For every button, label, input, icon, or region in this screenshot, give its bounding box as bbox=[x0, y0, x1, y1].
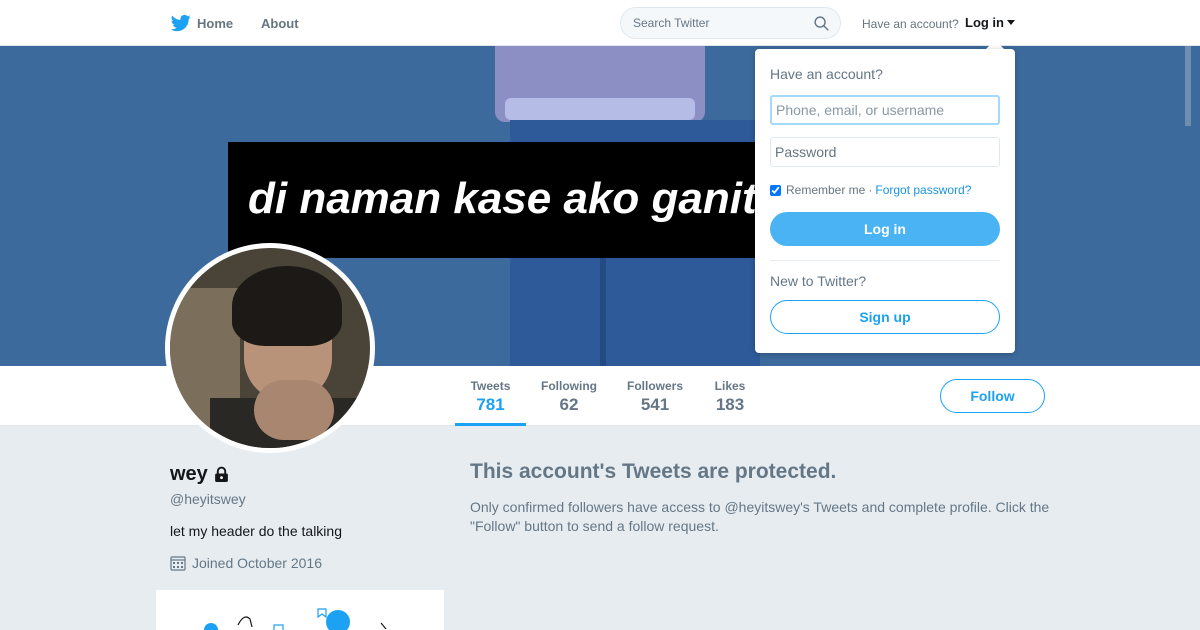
promo-illustration-icons bbox=[237, 608, 387, 630]
remember-me-label[interactable]: Remember me bbox=[786, 183, 865, 197]
search-icon[interactable] bbox=[813, 15, 830, 32]
caret-down-icon bbox=[1007, 20, 1015, 25]
follow-button[interactable]: Follow bbox=[940, 379, 1045, 413]
profile-bio: let my header do the talking bbox=[170, 523, 342, 539]
banner-art-sweater-band bbox=[505, 98, 695, 120]
banner-caption-text: di naman kase ako ganit bbox=[248, 174, 757, 223]
profile-joined-text: Joined October 2016 bbox=[192, 555, 322, 571]
dropdown-divider bbox=[770, 260, 1000, 261]
stat-tweets-label: Tweets bbox=[470, 379, 511, 393]
search-box bbox=[620, 7, 841, 39]
nav-home-link[interactable]: Home bbox=[170, 13, 233, 33]
protected-notice-text: Only confirmed followers have access to … bbox=[470, 499, 1050, 534]
nav-about-link[interactable]: About bbox=[261, 16, 299, 31]
password-field[interactable] bbox=[770, 137, 1000, 167]
stat-followers[interactable]: Followers 541 bbox=[622, 366, 688, 426]
lock-icon bbox=[214, 466, 228, 482]
avatar-photo bbox=[170, 248, 370, 448]
avatar-photo-hair bbox=[232, 266, 342, 346]
stat-following-label: Following bbox=[541, 379, 597, 393]
remember-me-checkbox[interactable] bbox=[770, 184, 781, 196]
signup-button[interactable]: Sign up bbox=[770, 300, 1000, 334]
new-to-twitter-text: New to Twitter? bbox=[770, 273, 867, 289]
stat-followers-value: 541 bbox=[640, 395, 670, 414]
stat-followers-label: Followers bbox=[626, 379, 683, 393]
login-dropdown-toggle[interactable]: Log in bbox=[965, 15, 1015, 30]
stat-likes[interactable]: Likes 183 bbox=[706, 366, 754, 426]
login-button[interactable]: Log in bbox=[770, 212, 1000, 246]
dropdown-heading: Have an account? bbox=[770, 66, 883, 82]
twitter-bird-icon bbox=[170, 14, 191, 32]
protected-notice-title: This account's Tweets are protected. bbox=[470, 460, 837, 483]
login-dropdown: Have an account? Remember me · Forgot pa… bbox=[755, 49, 1015, 353]
calendar-icon bbox=[170, 556, 186, 571]
stat-likes-value: 183 bbox=[715, 395, 745, 414]
forgot-password-link[interactable]: Forgot password? bbox=[875, 183, 971, 197]
search-input[interactable] bbox=[633, 15, 803, 31]
profile-joined: Joined October 2016 bbox=[170, 555, 322, 571]
top-navigation-bar: Home About Have an account? Log in bbox=[0, 0, 1200, 46]
promo-illustration-dot bbox=[204, 623, 218, 630]
stat-likes-label: Likes bbox=[714, 379, 746, 393]
login-link-label: Log in bbox=[965, 15, 1004, 30]
profile-avatar[interactable] bbox=[165, 243, 375, 453]
avatar-photo-hand bbox=[254, 380, 334, 440]
stat-tweets-value: 781 bbox=[476, 395, 505, 414]
remember-separator: · bbox=[868, 183, 873, 197]
nav-home-label: Home bbox=[197, 15, 234, 31]
stat-following[interactable]: Following 62 bbox=[536, 366, 602, 426]
have-account-text: Have an account? bbox=[862, 17, 959, 31]
remember-row: Remember me · Forgot password? bbox=[770, 183, 971, 197]
profile-handle[interactable]: @heyitswey bbox=[170, 491, 246, 507]
stat-tweets[interactable]: Tweets 781 bbox=[455, 366, 526, 426]
username-field[interactable] bbox=[770, 95, 1000, 125]
profile-name-text: wey bbox=[170, 463, 208, 485]
banner-art-edge bbox=[1185, 46, 1191, 126]
signup-promo-card bbox=[156, 590, 444, 630]
profile-name: wey bbox=[170, 463, 230, 486]
stat-following-value: 62 bbox=[559, 395, 579, 414]
